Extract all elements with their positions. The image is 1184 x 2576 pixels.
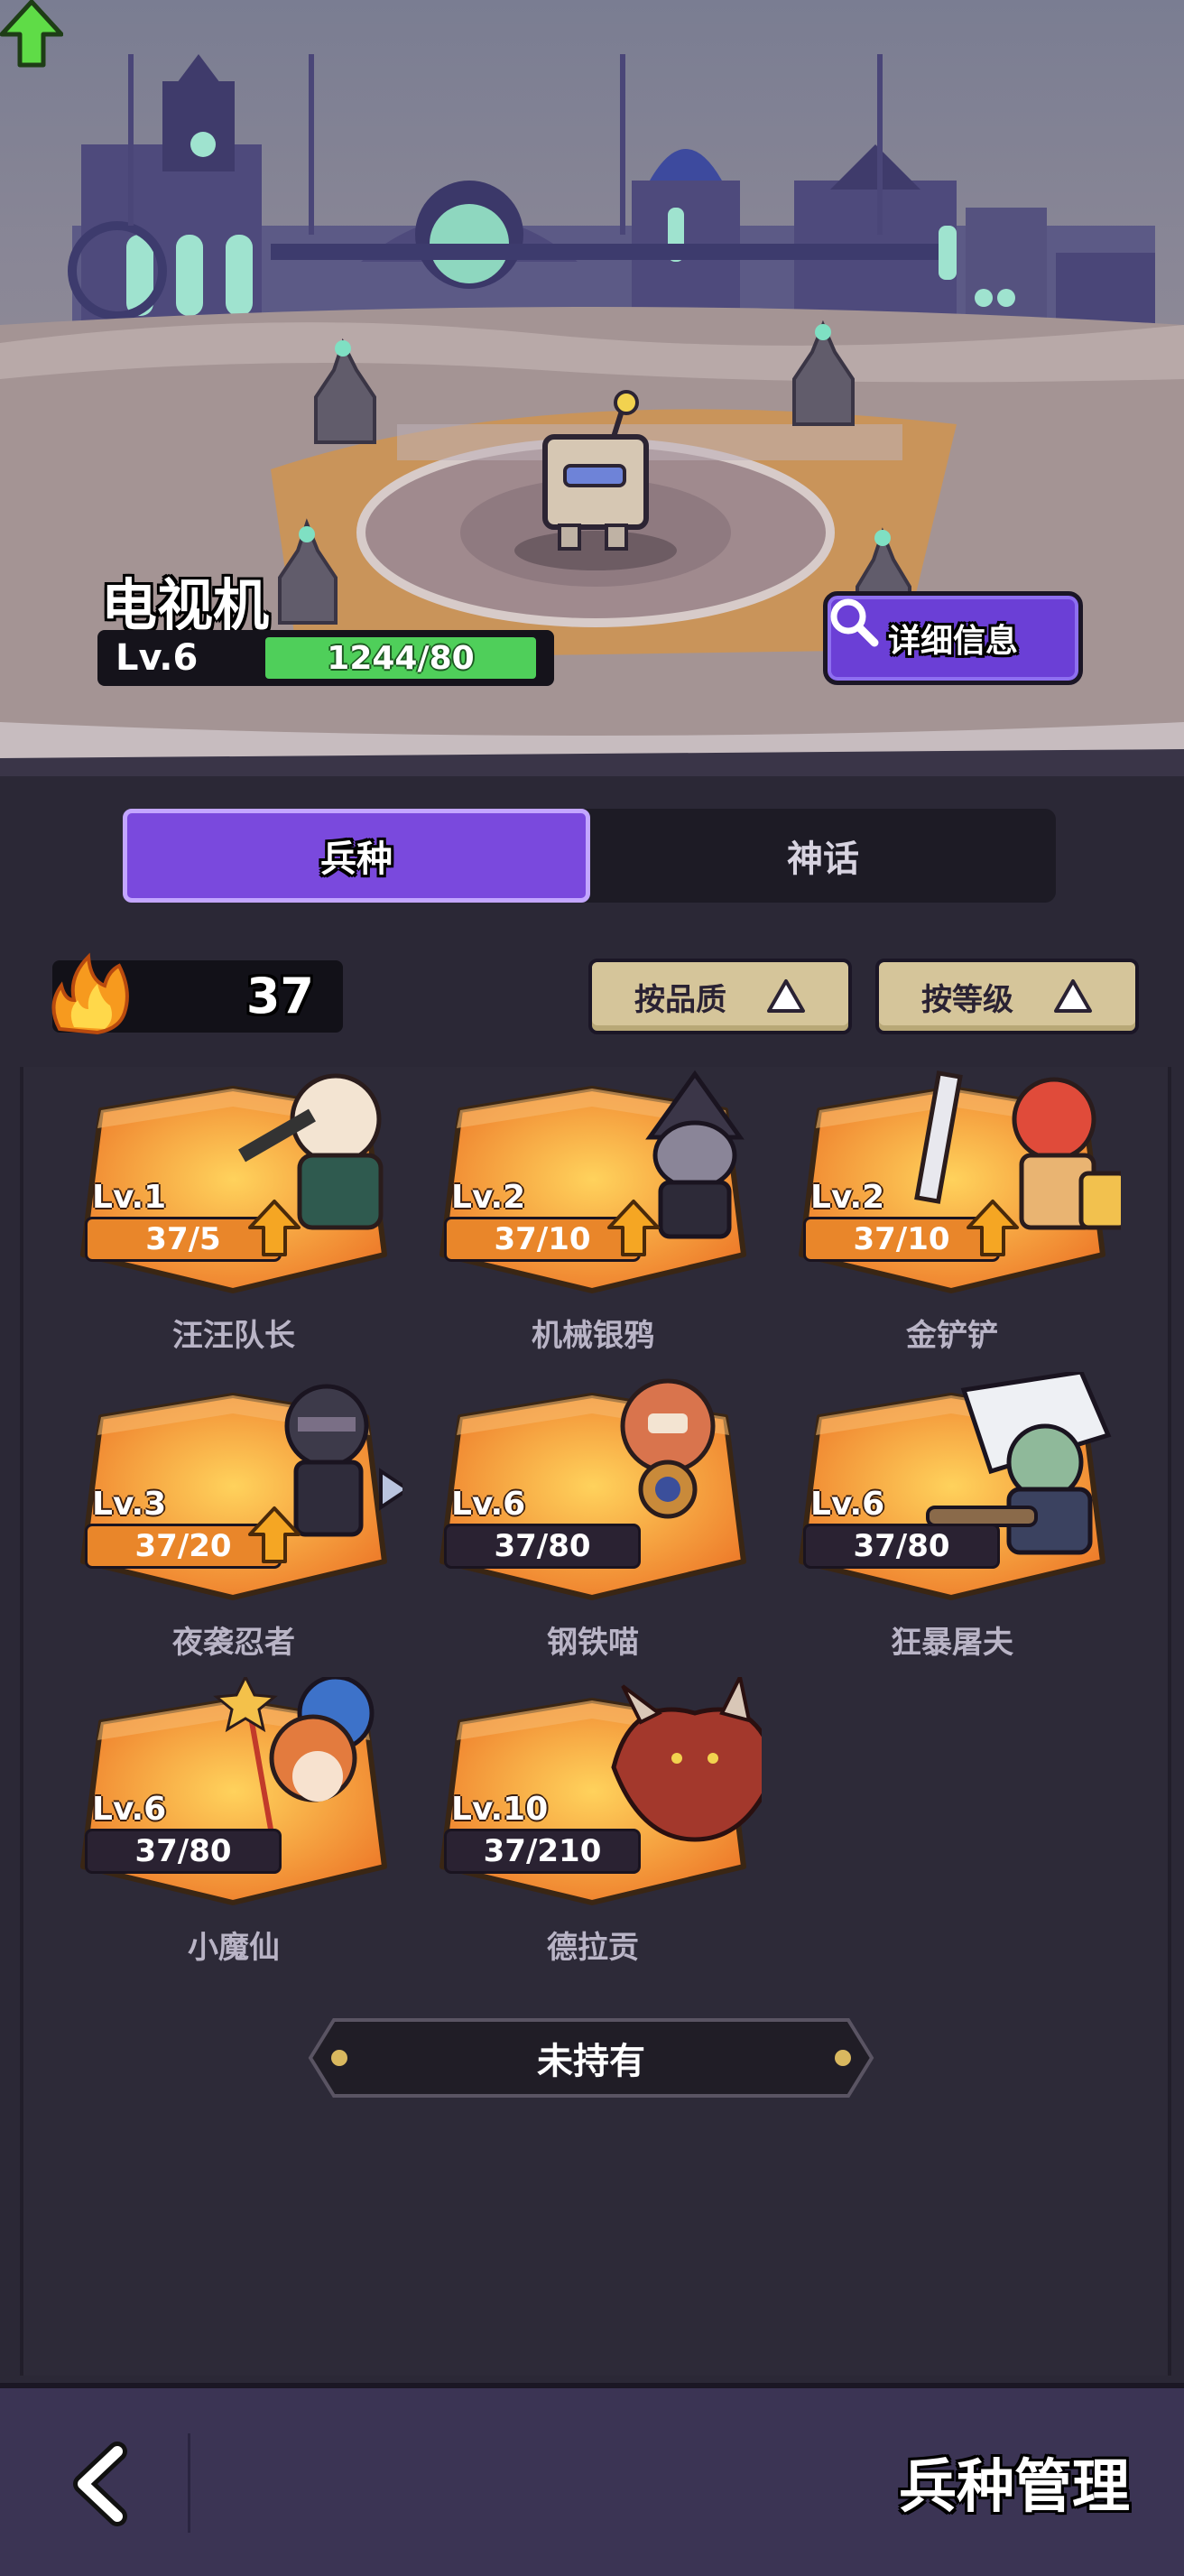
not-owned-label: 未持有 (537, 2041, 645, 2082)
card-name: 汪汪队长 (172, 1318, 295, 1354)
level-up-arrow-icon[interactable] (0, 0, 63, 69)
upgrade-arrow-icon (607, 1200, 660, 1256)
detail-info-label: 详细信息 (887, 623, 1018, 660)
card-name: 机械银鸦 (532, 1318, 654, 1354)
triangle-up-icon (1054, 979, 1092, 1013)
unit-card[interactable]: Lv.1 37/5 汪汪队长 (65, 1073, 402, 1356)
card-progress-bar: 37/80 (803, 1524, 1000, 1569)
unit-name: 电视机 (101, 572, 270, 638)
tab-myth-label: 神话 (787, 839, 859, 880)
fire-resource-counter: 37 (51, 952, 343, 1035)
card-progress-text: 37/210 (483, 1833, 602, 1869)
card-progress-bar: 37/80 (85, 1829, 282, 1874)
triangle-up-icon (767, 979, 805, 1013)
card-progress-text: 37/20 (134, 1528, 232, 1564)
fire-count: 37 (245, 968, 314, 1024)
card-progress-text: 37/80 (494, 1528, 591, 1564)
card-progress-bar: 37/80 (444, 1524, 641, 1569)
card-level: Lv.2 (810, 1179, 885, 1216)
card-level: Lv.10 (451, 1791, 549, 1828)
card-progress-bar: 37/210 (444, 1829, 641, 1874)
bottom-nav-bar: 兵种管理 (0, 2383, 1184, 2576)
detail-info-button[interactable]: 详细信息 (823, 591, 1083, 685)
tab-troops-label: 兵种 (320, 839, 393, 880)
unit-card[interactable]: Lv.3 37/20 夜袭忍者 (65, 1381, 402, 1663)
sort-by-level-button[interactable]: 按等级 (875, 959, 1139, 1034)
fire-icon (51, 952, 129, 1035)
unit-preview-scene: 电视机 Lv.6 1244/80 详细信息 (0, 0, 1184, 776)
card-level: Lv.6 (810, 1486, 885, 1523)
unit-card[interactable]: Lv.10 37/210 德拉贡 (424, 1677, 762, 1968)
card-level: Lv.2 (451, 1179, 526, 1216)
sort-by-quality-label: 按品质 (634, 981, 726, 1018)
tab-myth[interactable]: 神话 (590, 809, 1056, 903)
card-name: 夜袭忍者 (172, 1625, 295, 1661)
tab-bar: 兵种 神话 (123, 809, 1056, 903)
sort-by-level-label: 按等级 (921, 981, 1013, 1018)
divider (188, 2433, 190, 2533)
unit-card[interactable]: Lv.6 37/80 狂暴屠夫 (783, 1372, 1121, 1663)
unit-card[interactable]: Lv.6 37/80 小魔仙 (65, 1677, 402, 1968)
search-icon (830, 598, 879, 647)
card-level: Lv.6 (92, 1791, 167, 1828)
unit-card[interactable]: Lv.2 37/10 机械银鸦 (424, 1070, 762, 1356)
unit-level-bar: Lv.6 1244/80 (97, 630, 554, 686)
back-button[interactable] (63, 2439, 144, 2529)
unit-card[interactable]: Lv.2 37/10 金铲铲 (783, 1070, 1121, 1356)
card-progress-text: 37/80 (134, 1833, 232, 1869)
unit-progress-text: 1244/80 (327, 639, 475, 677)
card-name: 狂暴屠夫 (891, 1625, 1013, 1661)
card-name: 金铲铲 (906, 1318, 998, 1354)
card-progress-text: 37/10 (494, 1221, 591, 1257)
card-level: Lv.6 (451, 1486, 526, 1523)
card-name: 小魔仙 (188, 1930, 280, 1966)
chevron-left-icon (73, 2442, 127, 2526)
upgrade-arrow-icon (248, 1506, 301, 1563)
upgrade-arrow-icon (967, 1200, 1019, 1256)
unit-level: Lv.6 (116, 637, 199, 679)
sort-by-quality-button[interactable]: 按品质 (588, 959, 852, 1034)
card-progress-text: 37/80 (853, 1528, 950, 1564)
unit-card[interactable]: Lv.6 37/80 钢铁喵 (424, 1378, 762, 1663)
card-progress-text: 37/5 (145, 1221, 221, 1257)
not-owned-divider: 未持有 (307, 2013, 875, 2103)
card-progress-text: 37/10 (853, 1221, 950, 1257)
upgrade-arrow-icon (248, 1200, 301, 1256)
card-name: 德拉贡 (547, 1930, 639, 1966)
tab-troops[interactable]: 兵种 (123, 809, 590, 903)
card-name: 钢铁喵 (547, 1625, 639, 1661)
card-level: Lv.1 (92, 1179, 167, 1216)
screen-title: 兵种管理 (899, 2454, 1130, 2521)
card-level: Lv.3 (92, 1486, 167, 1523)
unit-progress-bar: 1244/80 (265, 637, 536, 679)
